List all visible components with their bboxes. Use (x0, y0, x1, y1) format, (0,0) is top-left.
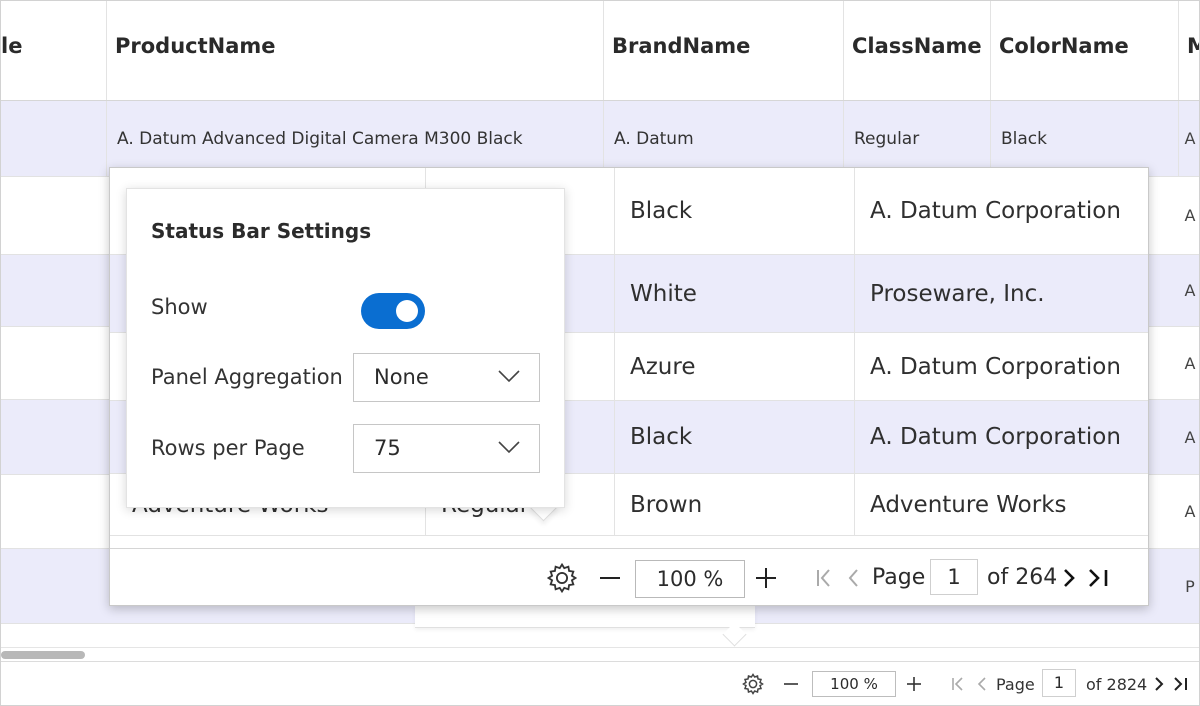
zoom-in-button[interactable] (906, 662, 922, 705)
column-header-brandname[interactable]: BrandName (604, 1, 844, 100)
prev-page-icon (848, 568, 858, 587)
grid-header: le ProductName BrandName ClassName Color… (1, 1, 1199, 101)
dropdown-value: 75 (374, 436, 401, 460)
page-count: of 264 (987, 565, 1058, 590)
grid-window: le ProductName BrandName ClassName Color… (0, 0, 1200, 706)
zoomed-status-bar: 100 % Page 1 of 264 (110, 548, 1148, 605)
page-label: Page (996, 674, 1035, 694)
partial-cell: A (1184, 427, 1196, 447)
first-page-icon (952, 677, 963, 691)
color-cell: Brown (615, 474, 855, 535)
prev-page-icon (977, 677, 986, 691)
manufacturer-cell: A. Datum Corporation (870, 353, 1121, 380)
column-header-partial[interactable]: le (1, 1, 107, 100)
page-number-input[interactable]: 1 (1042, 669, 1076, 697)
prev-page-button[interactable] (976, 662, 988, 705)
callout-tail (415, 605, 755, 628)
zoom-out-button[interactable] (599, 549, 621, 605)
gear-icon[interactable] (545, 549, 579, 605)
next-page-icon (1064, 568, 1075, 587)
panel-aggregation-dropdown[interactable]: None (353, 353, 540, 402)
zoom-in-button[interactable] (755, 549, 777, 605)
plus-icon (907, 677, 921, 691)
color-cell: Azure (615, 333, 855, 400)
last-page-icon (1174, 677, 1187, 691)
color-name-cell: Black (991, 101, 1179, 176)
color-cell: Black (615, 168, 855, 254)
first-page-button[interactable] (951, 662, 969, 705)
column-header-colorname[interactable]: ColorName (991, 1, 1179, 100)
plus-icon (756, 567, 776, 588)
minus-icon (600, 576, 620, 579)
table-cell (1, 101, 107, 176)
partial-cell: A (1184, 502, 1196, 521)
toggle-knob (396, 300, 418, 322)
class-name-cell: Regular (844, 101, 991, 176)
page-number-input[interactable]: 1 (930, 559, 978, 595)
gear-icon[interactable] (741, 662, 765, 705)
next-page-icon (1155, 677, 1164, 691)
product-name-cell: A. Datum Advanced Digital Camera M300 Bl… (107, 101, 604, 176)
last-page-button[interactable] (1087, 549, 1111, 605)
chevron-down-icon (498, 370, 520, 383)
rows-per-page-dropdown[interactable]: 75 (353, 424, 540, 473)
partial-cell: P (1185, 576, 1195, 596)
first-page-button[interactable] (815, 549, 837, 605)
minus-icon (784, 683, 798, 685)
partial-cell: A (1184, 353, 1196, 373)
prev-page-button[interactable] (846, 549, 860, 605)
last-page-icon (1089, 568, 1108, 587)
zoom-input[interactable]: 100 % (635, 560, 745, 598)
show-label: Show (151, 295, 208, 319)
status-bar: 100 % Page 1 of 2824 (1, 661, 1199, 705)
scrollbar-thumb[interactable] (1, 651, 85, 659)
zoom-input[interactable]: 100 % (812, 671, 896, 697)
panel-aggregation-label: Panel Aggregation (151, 365, 343, 389)
column-header-classname[interactable]: ClassName (844, 1, 991, 100)
chevron-down-icon (498, 441, 520, 454)
page-label: Page (872, 565, 926, 590)
column-header-m[interactable]: M (1179, 1, 1199, 100)
color-cell: Black (615, 401, 855, 473)
first-page-icon (817, 568, 830, 587)
next-page-button[interactable] (1153, 662, 1165, 705)
column-header-productname[interactable]: ProductName (107, 1, 604, 100)
show-toggle[interactable] (361, 293, 425, 329)
dropdown-value: None (374, 365, 429, 389)
last-page-button[interactable] (1172, 662, 1190, 705)
manufacturer-cell: A. Datum Corporation (870, 198, 1121, 224)
table-row[interactable]: A. Datum Advanced Digital Camera M300 Bl… (1, 101, 1199, 177)
partial-cell: A (1184, 206, 1196, 225)
partial-cell: A (1184, 281, 1196, 300)
brand-name-cell: A. Datum (604, 101, 844, 176)
horizontal-scrollbar[interactable] (1, 647, 1199, 662)
manufacturer-cell: Proseware, Inc. (870, 280, 1045, 307)
manufacturer-cell: A. Datum Corporation (870, 424, 1121, 450)
zoom-out-button[interactable] (783, 662, 799, 705)
status-bar-settings-popup: Status Bar Settings Show Panel Aggregati… (126, 188, 565, 508)
rows-per-page-label: Rows per Page (151, 436, 305, 460)
page-count: of 2824 (1086, 674, 1148, 694)
partial-cell: A (1184, 129, 1196, 148)
manufacturer-cell: Adventure Works (870, 491, 1067, 518)
next-page-button[interactable] (1061, 549, 1077, 605)
color-cell: White (615, 255, 855, 332)
popup-title: Status Bar Settings (151, 219, 372, 243)
